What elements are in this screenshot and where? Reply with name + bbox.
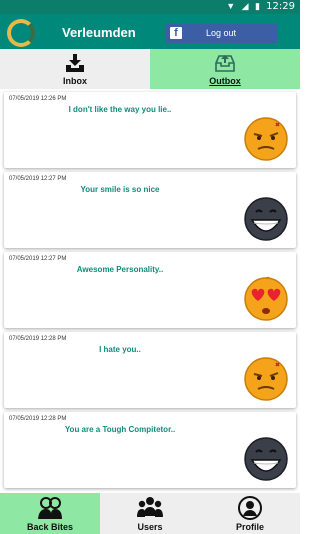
tab-inbox[interactable]: Inbox: [0, 49, 150, 89]
message-timestamp: 07/05/2019 12:26 PM: [9, 96, 67, 102]
message-list[interactable]: 07/05/2019 12:26 PM I don't like the way…: [0, 89, 300, 493]
user-icon: [238, 496, 262, 520]
message-card[interactable]: 07/05/2019 12:26 PM I don't like the way…: [4, 92, 296, 168]
people-icon: [38, 497, 62, 519]
message-timestamp: 07/05/2019 12:28 PM: [9, 416, 67, 422]
message-text: I don't like the way you lie..: [68, 105, 172, 114]
annoyed-face-icon: [244, 117, 288, 161]
message-timestamp: 07/05/2019 12:27 PM: [9, 176, 67, 182]
app-bar: Verleumden f Log out: [0, 14, 300, 49]
status-icons: ▼ ◢ ▮: [226, 1, 262, 11]
message-card[interactable]: 07/05/2019 12:27 PM Awesome Personality.…: [4, 252, 296, 328]
facebook-logout-button[interactable]: f Log out: [166, 24, 278, 43]
logout-label: Log out: [206, 28, 237, 38]
app-title: Verleumden: [62, 25, 136, 40]
status-bar: ▼ ◢ ▮ 12:29: [0, 0, 300, 14]
heart-eyes-face-icon: [244, 276, 288, 321]
tab-outbox-label: Outbox: [209, 76, 241, 86]
inbox-download-icon: [66, 54, 84, 72]
tab-inbox-label: Inbox: [63, 76, 87, 86]
bottom-navigation: Back Bites Users Profile: [0, 493, 300, 534]
facebook-icon: f: [170, 27, 182, 39]
message-timestamp: 07/05/2019 12:28 PM: [9, 336, 67, 342]
tab-outbox[interactable]: Outbox: [150, 49, 300, 89]
status-time: 12:29: [266, 1, 295, 12]
grinning-dark-face-icon: [244, 437, 288, 481]
nav-profile[interactable]: Profile: [200, 493, 300, 534]
annoyed-face-icon: [244, 357, 288, 401]
nav-users-label: Users: [137, 522, 163, 532]
app-logo-icon: [7, 19, 35, 47]
nav-back-bites[interactable]: Back Bites: [0, 493, 100, 534]
outbox-upload-icon: [215, 55, 235, 72]
message-text: Awesome Personality..: [76, 265, 164, 274]
nav-profile-label: Profile: [235, 522, 264, 532]
message-timestamp: 07/05/2019 12:27 PM: [9, 256, 67, 262]
message-card[interactable]: 07/05/2019 12:28 PM I hate you..: [4, 332, 296, 408]
message-text: You are a Tough Compitetor..: [64, 425, 176, 434]
nav-back-bites-label: Back Bites: [26, 522, 74, 532]
grinning-dark-face-icon: [244, 197, 288, 241]
message-card[interactable]: 07/05/2019 12:28 PM You are a Tough Comp…: [4, 412, 296, 488]
nav-users[interactable]: Users: [100, 493, 200, 534]
message-text: I hate you..: [99, 345, 141, 354]
message-text: Your smile is so nice: [80, 185, 160, 194]
tab-bar: Inbox Outbox: [0, 49, 300, 89]
message-card[interactable]: 07/05/2019 12:27 PM Your smile is so nic…: [4, 172, 296, 248]
group-icon: [137, 497, 163, 517]
